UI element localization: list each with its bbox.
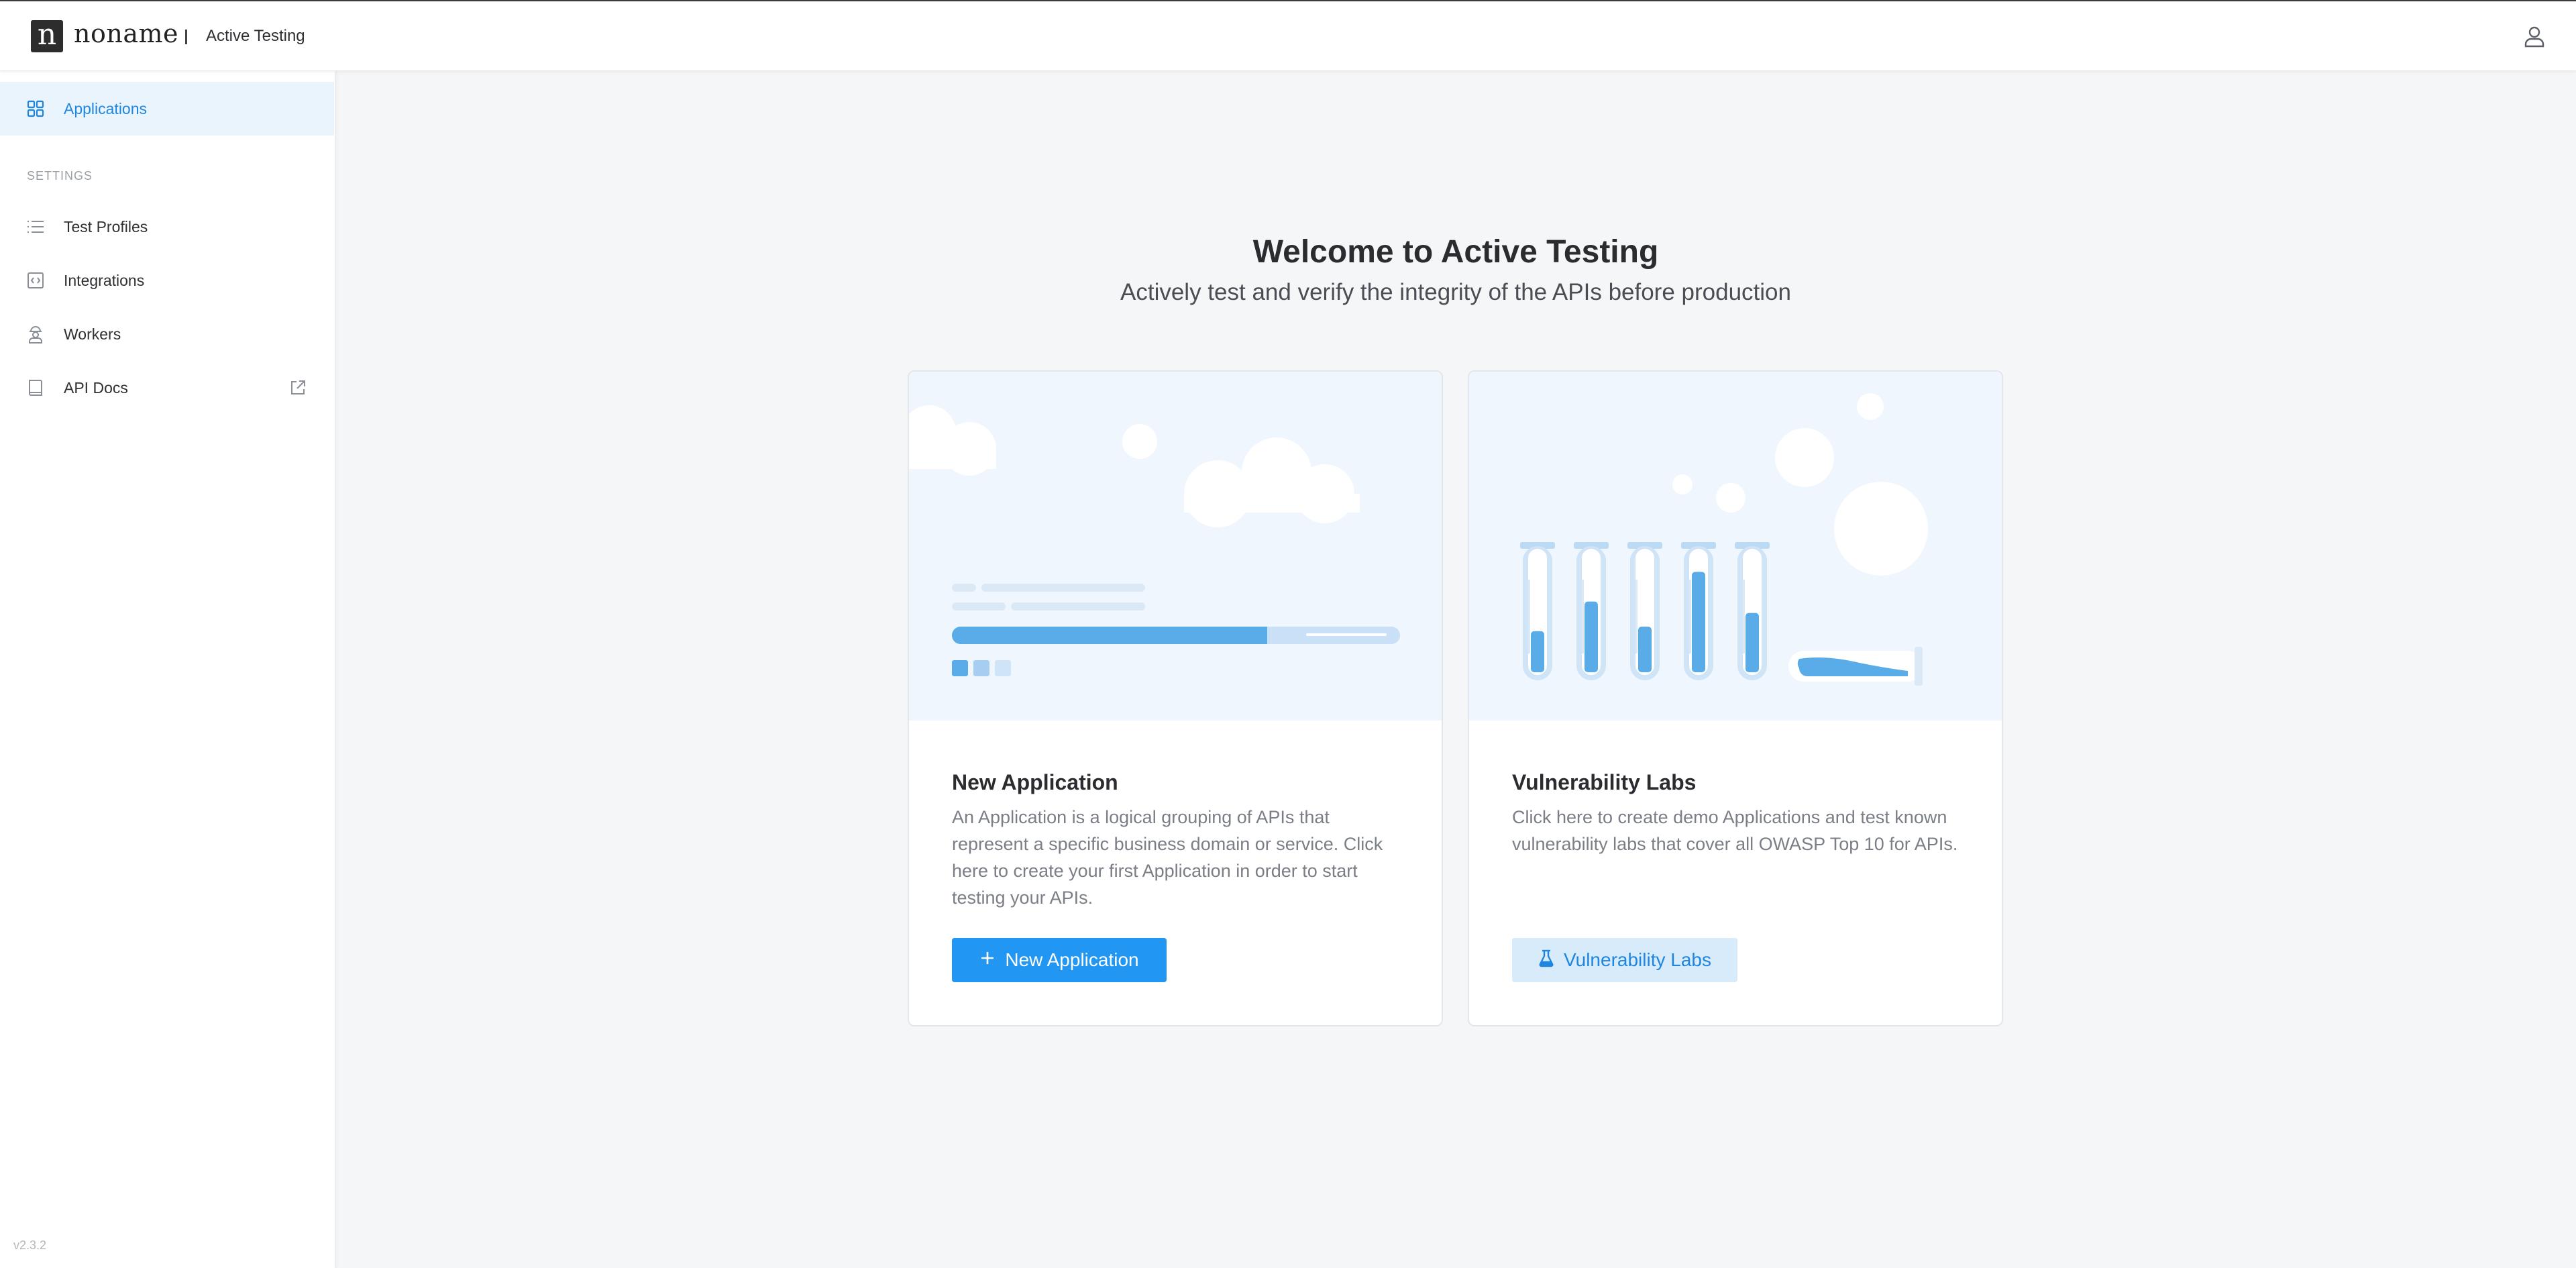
sidebar-item-label: Applications xyxy=(64,99,148,117)
sidebar-item-api-docs[interactable]: API Docs xyxy=(0,361,334,415)
external-link-icon xyxy=(288,378,307,397)
sidebar-item-label: Test Profiles xyxy=(64,217,148,235)
logo-text: noname xyxy=(74,19,179,48)
card-description: An Application is a logical grouping of … xyxy=(952,807,1383,908)
app-version: v2.3.2 xyxy=(13,1238,47,1252)
worker-icon xyxy=(25,324,46,344)
divider xyxy=(185,30,187,44)
new-application-card[interactable]: New Application An Application is a logi… xyxy=(908,370,1443,1026)
book-icon xyxy=(25,378,46,398)
card-title: New Application xyxy=(952,770,1118,794)
vulnerability-labs-card[interactable]: Vulnerability Labs Click here to create … xyxy=(1468,370,2003,1026)
user-profile-icon[interactable] xyxy=(2522,24,2546,48)
button-label: New Application xyxy=(1005,949,1139,970)
settings-section-label: SETTINGS xyxy=(27,169,93,182)
card-title: Vulnerability Labs xyxy=(1512,770,1697,794)
page-title: Welcome to Active Testing xyxy=(1252,234,1659,270)
sidebar-item-applications[interactable]: Applications xyxy=(0,82,334,136)
main-content: Welcome to Active Testing Actively test … xyxy=(335,71,2576,1268)
noname-logo-icon: n xyxy=(31,20,63,52)
application-illustration xyxy=(909,372,1442,721)
plus-icon xyxy=(979,949,996,971)
flask-icon xyxy=(1538,949,1554,972)
sidebar-item-label: Integrations xyxy=(64,271,145,289)
sidebar-item-test-profiles[interactable]: Test Profiles xyxy=(0,200,334,254)
new-application-button[interactable]: New Application xyxy=(952,938,1167,982)
button-label: Vulnerability Labs xyxy=(1564,949,1711,970)
list-icon xyxy=(25,217,46,237)
code-box-icon xyxy=(25,270,46,290)
sidebar-item-label: Workers xyxy=(64,325,121,343)
product-name: Active Testing xyxy=(206,27,305,45)
sidebar: Applications SETTINGS Test Profiles Inte… xyxy=(0,71,335,1268)
sidebar-item-integrations[interactable]: Integrations xyxy=(0,254,334,307)
vulnerability-labs-illustration xyxy=(1469,372,2002,721)
sidebar-item-workers[interactable]: Workers xyxy=(0,307,334,361)
top-header: n noname Active Testing xyxy=(0,0,2576,71)
grid-icon xyxy=(25,99,46,119)
vulnerability-labs-button[interactable]: Vulnerability Labs xyxy=(1512,938,1737,982)
page-subtitle: Actively test and verify the integrity o… xyxy=(1120,279,1791,305)
card-description: Click here to create demo Applications a… xyxy=(1512,807,1958,854)
sidebar-item-label: API Docs xyxy=(64,378,128,397)
